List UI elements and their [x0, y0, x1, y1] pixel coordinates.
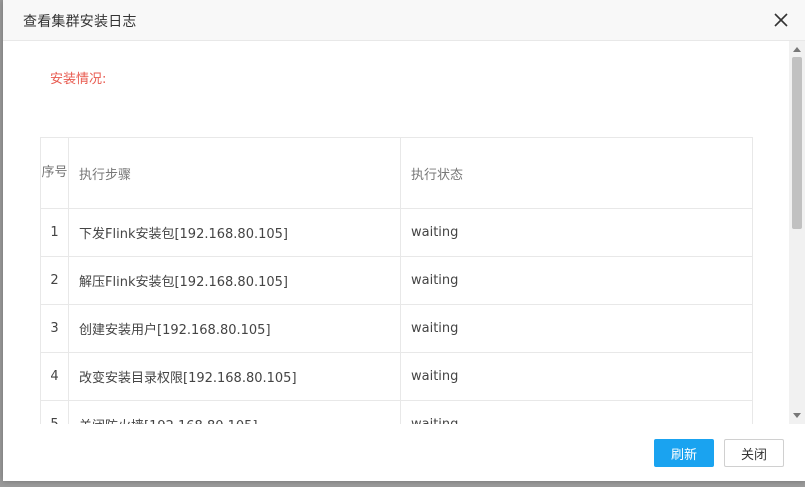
row-step: 改变安装目录权限[192.168.80.105]	[68, 352, 401, 401]
table-row: 2 解压Flink安装包[192.168.80.105] waiting	[40, 256, 753, 305]
row-step: 解压Flink安装包[192.168.80.105]	[68, 256, 401, 305]
column-header-status: 执行状态	[400, 137, 753, 209]
vertical-scrollbar[interactable]	[789, 41, 805, 424]
row-index: 2	[40, 256, 69, 305]
row-index: 4	[40, 352, 69, 401]
row-index: 5	[40, 400, 69, 424]
row-status: waiting	[400, 208, 753, 257]
scroll-up-arrow-icon[interactable]	[793, 47, 801, 52]
row-step: 创建安装用户[192.168.80.105]	[68, 304, 401, 353]
close-icon[interactable]	[772, 11, 790, 29]
row-index: 3	[40, 304, 69, 353]
dialog-header: 查看集群安装日志	[3, 0, 805, 41]
table-row: 3 创建安装用户[192.168.80.105] waiting	[40, 304, 753, 353]
column-header-index: 序号	[40, 137, 69, 209]
install-status-label: 安装情况:	[50, 72, 107, 87]
table-row: 1 下发Flink安装包[192.168.80.105] waiting	[40, 208, 753, 257]
column-header-step: 执行步骤	[68, 137, 401, 209]
row-status: waiting	[400, 256, 753, 305]
close-button[interactable]: 关闭	[724, 439, 784, 467]
scroll-thumb[interactable]	[792, 57, 802, 229]
scroll-down-arrow-icon[interactable]	[793, 413, 801, 418]
install-log-table: 序号 执行步骤 执行状态 1 下发Flink安装包[192.168.80.105…	[40, 137, 753, 424]
row-step: 关闭防火墙[192.168.80.105]	[68, 400, 401, 424]
row-status: waiting	[400, 304, 753, 353]
dialog-footer: 刷新 关闭	[3, 424, 805, 481]
row-step: 下发Flink安装包[192.168.80.105]	[68, 208, 401, 257]
row-status: waiting	[400, 352, 753, 401]
row-index: 1	[40, 208, 69, 257]
table-row: 4 改变安装目录权限[192.168.80.105] waiting	[40, 352, 753, 401]
refresh-button[interactable]: 刷新	[654, 439, 714, 467]
dialog-body: 安装情况: 序号 执行步骤 执行状态 1 下发Flink安装包[192.168.…	[3, 41, 789, 424]
table-header-row: 序号 执行步骤 执行状态	[40, 137, 753, 209]
table-row: 5 关闭防火墙[192.168.80.105] waiting	[40, 400, 753, 424]
install-log-dialog: 查看集群安装日志 安装情况: 序号 执行步骤 执行状态 1 下发Flink安装包…	[3, 0, 805, 481]
row-status: waiting	[400, 400, 753, 424]
dialog-title: 查看集群安装日志	[23, 14, 137, 30]
